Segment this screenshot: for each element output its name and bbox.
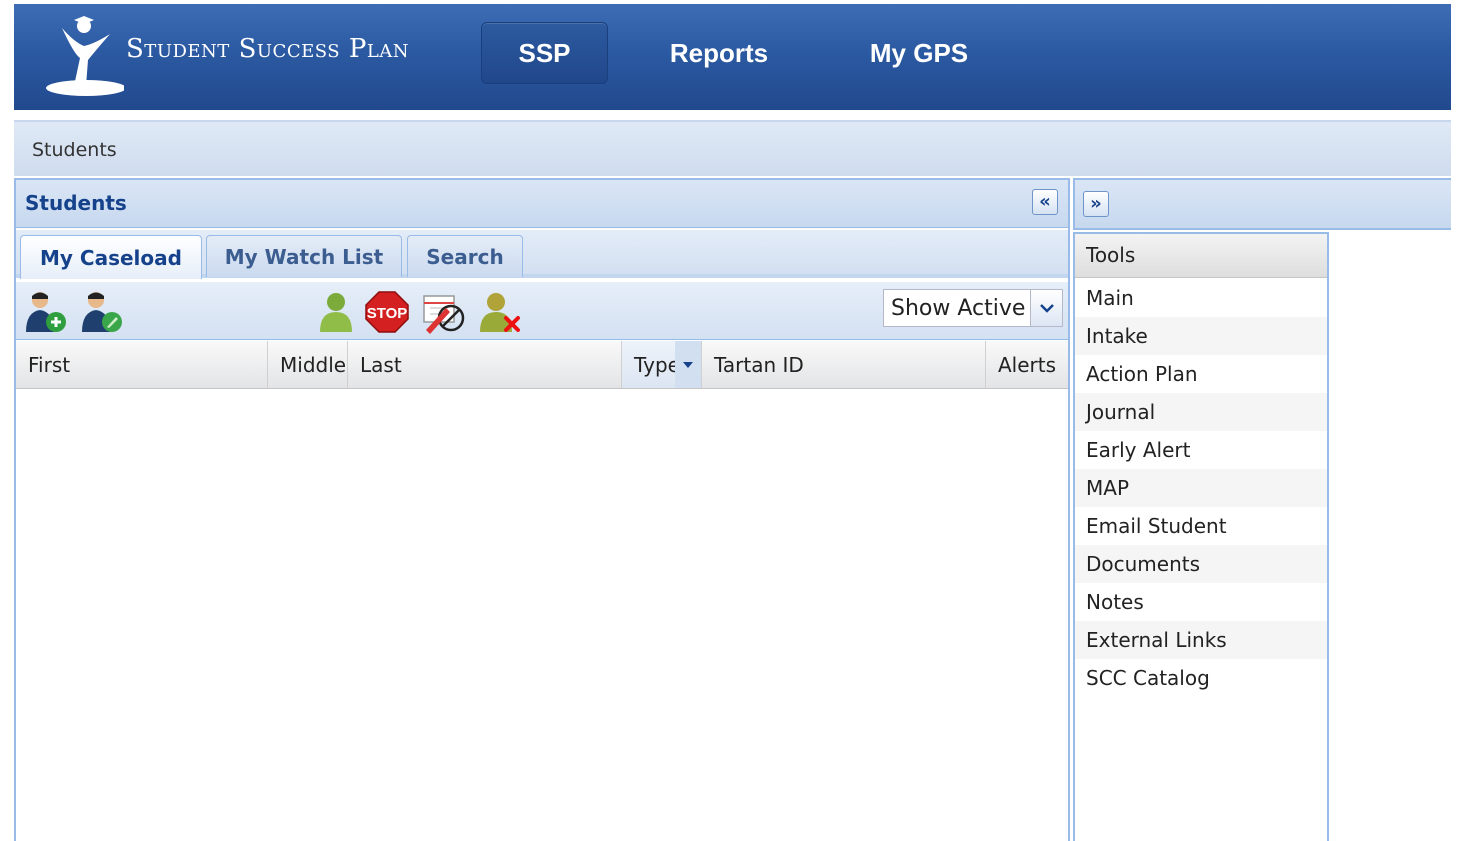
expand-right-button[interactable]: » [1083, 191, 1109, 217]
tool-item-intake[interactable]: Intake [1075, 317, 1327, 355]
students-panel: Students « My Caseload My Watch List Sea… [14, 178, 1070, 841]
sort-menu-icon[interactable] [675, 341, 701, 388]
svg-text:STOP: STOP [367, 305, 408, 322]
collapse-left-button[interactable]: « [1032, 189, 1058, 215]
panel-title: Students [25, 191, 127, 215]
breadcrumb: Students [14, 120, 1451, 176]
map-disabled-icon[interactable] [420, 290, 466, 334]
tab-strip: My Caseload My Watch List Search [16, 230, 1068, 279]
breadcrumb-label: Students [32, 139, 117, 161]
column-type-label: Type [634, 352, 680, 377]
tab-search[interactable]: Search [407, 235, 523, 277]
tool-item-early-alert[interactable]: Early Alert [1075, 431, 1327, 469]
tool-item-scc-catalog[interactable]: SCC Catalog [1075, 659, 1327, 697]
column-first[interactable]: First [16, 341, 268, 388]
remove-student-icon[interactable] [476, 290, 522, 334]
column-last[interactable]: Last [348, 341, 622, 388]
tools-list: Main Intake Action Plan Journal Early Al… [1075, 279, 1327, 697]
column-middle[interactable]: Middle [268, 341, 348, 388]
tools-panel-header: » [1073, 178, 1451, 230]
double-chevron-right-icon: » [1090, 193, 1102, 214]
nav-reports-button[interactable]: Reports [654, 22, 784, 84]
add-student-icon[interactable] [22, 290, 68, 334]
student-figure-icon [46, 16, 126, 96]
tool-item-external-links[interactable]: External Links [1075, 621, 1327, 659]
tool-item-email-student[interactable]: Email Student [1075, 507, 1327, 545]
nav-ssp-button[interactable]: SSP [481, 22, 608, 84]
student-grid-header: First Middle Last Type Tartan ID Alerts [16, 341, 1068, 389]
students-panel-header: Students « [16, 180, 1068, 228]
tool-item-journal[interactable]: Journal [1075, 393, 1327, 431]
tools-panel: Tools Main Intake Action Plan Journal Ea… [1073, 232, 1329, 841]
logo-text: Student Success Plan [126, 34, 410, 64]
tab-my-caseload[interactable]: My Caseload [20, 235, 202, 279]
app-header: Student Success Plan SSP Reports My GPS [14, 4, 1451, 110]
student-icon[interactable] [314, 290, 360, 334]
column-alerts[interactable]: Alerts [986, 341, 1068, 388]
tools-header: Tools [1075, 234, 1327, 278]
edit-student-icon[interactable] [78, 290, 124, 334]
tool-item-main[interactable]: Main [1075, 279, 1327, 317]
show-active-select[interactable]: Show Active [883, 289, 1063, 327]
tab-my-watch-list[interactable]: My Watch List [206, 235, 402, 277]
nav-my-gps-button[interactable]: My GPS [854, 22, 984, 84]
show-select-value: Show Active [891, 295, 1026, 321]
tool-item-notes[interactable]: Notes [1075, 583, 1327, 621]
tool-item-documents[interactable]: Documents [1075, 545, 1327, 583]
column-tartan-id[interactable]: Tartan ID [702, 341, 986, 388]
double-chevron-left-icon: « [1039, 191, 1051, 212]
ssp-logo[interactable]: Student Success Plan [44, 14, 444, 102]
tool-item-action-plan[interactable]: Action Plan [1075, 355, 1327, 393]
caseload-toolbar: STOP Show Active [16, 282, 1068, 340]
stop-icon[interactable]: STOP [364, 290, 410, 334]
column-type[interactable]: Type [622, 341, 702, 388]
chevron-down-icon[interactable] [1030, 290, 1062, 326]
tool-item-map[interactable]: MAP [1075, 469, 1327, 507]
tools-title: Tools [1086, 243, 1136, 267]
